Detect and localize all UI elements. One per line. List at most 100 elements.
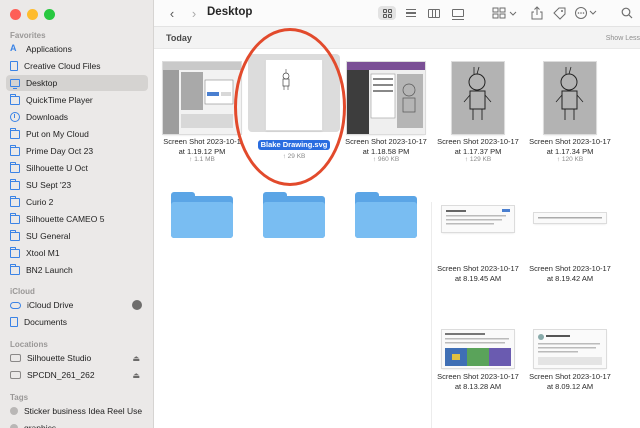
tags-button[interactable] (552, 6, 566, 20)
sidebar-item-silhouette-cameo-5[interactable]: Silhouette CAMEO 5 (6, 211, 148, 227)
sidebar-item-label: Put on My Cloud (26, 129, 89, 139)
file-name-line2: at 8.19.45 AM (454, 273, 502, 283)
sidebar-item-icloud-drive[interactable]: iCloud Drive (6, 297, 148, 313)
file-name: Screen Shot 2023-10-17 (529, 137, 611, 146)
forward-button[interactable]: › (188, 6, 200, 21)
more-icon (575, 7, 597, 19)
file-name: Screen Shot 2023-10-1 (163, 137, 241, 146)
close-window-button[interactable] (10, 9, 21, 20)
file-item[interactable]: Screen Shot 2023-10-17 at 1.17.37 PM ↑ 1… (432, 60, 524, 164)
folder-icon (10, 212, 20, 224)
file-item[interactable]: Screen Shot 2023-10-17 at 8.13.28 AM (432, 330, 524, 391)
icloud-section-label: iCloud (10, 287, 35, 296)
file-name: Screen Shot 2023-10-17 (437, 137, 519, 146)
sidebar-item-label: Silhouette Studio (27, 353, 92, 363)
sidebar-item-quicktime-player[interactable]: QuickTime Player (6, 92, 148, 108)
disk-icon (10, 354, 21, 362)
file-item[interactable]: Screen Shot 2023-10-17 at 8.19.45 AM (432, 206, 524, 283)
screenshot-preview-icon (347, 62, 425, 134)
icon-view-button[interactable] (378, 6, 396, 20)
sidebar-item-label: iCloud Drive (27, 300, 74, 310)
sidebar-item-prime-day[interactable]: Prime Day Oct 23 (6, 143, 148, 159)
sidebar-item-silhouette-u-oct[interactable]: Silhouette U Oct (6, 160, 148, 176)
file-name: Screen Shot 2023-10-17 (529, 372, 611, 381)
section-title: Today (166, 33, 192, 43)
search-button[interactable] (620, 6, 634, 20)
group-by-button[interactable] (492, 6, 518, 20)
folder-item[interactable] (156, 192, 248, 238)
folder-icon (171, 192, 233, 238)
file-item[interactable]: Screen Shot 2023-10-17 at 1.17.34 PM ↑ 1… (524, 60, 616, 164)
folder-icon (10, 144, 20, 156)
eject-icon[interactable]: ⏏ (132, 354, 140, 363)
file-item[interactable]: Screen Shot 2023-10-17 at 8.19.42 AM (524, 213, 616, 283)
file-name-line2: at 1.18.58 PM (362, 146, 410, 156)
file-thumbnail (442, 206, 514, 232)
file-name-line2: at 1.17.34 PM (546, 146, 594, 156)
file-size: ↑ 120 KB (556, 156, 584, 163)
sidebar-item-tag-sticker[interactable]: Sticker business Idea Reel Use (6, 403, 148, 419)
gallery-view-button[interactable] (450, 6, 466, 20)
sidebar-item-label: SPCDN_261_262 (27, 370, 95, 380)
share-icon (531, 6, 543, 20)
file-item[interactable]: Screen Shot 2023-10-17 at 8.09.12 AM (524, 330, 616, 391)
file-item[interactable]: Screen Shot 2023-10-17 at 1.18.58 PM ↑ 9… (340, 60, 432, 164)
sidebar-item-label: graphics (24, 423, 57, 428)
sidebar-item-put-on-my-cloud[interactable]: Put on My Cloud (6, 126, 148, 142)
grid-icon (382, 8, 392, 18)
document-icon (10, 61, 18, 71)
folder-icon (10, 93, 20, 105)
folder-icon (10, 195, 20, 207)
file-item[interactable]: Screen Shot 2023-10-1 at 1.19.12 PM ↑ 1.… (156, 60, 248, 164)
sidebar-item-label: SU Sept '23 (26, 180, 72, 190)
sidebar-item-documents[interactable]: Documents (6, 314, 148, 330)
sidebar-item-su-general[interactable]: SU General (6, 228, 148, 244)
eject-icon[interactable]: ⏏ (132, 371, 140, 380)
list-icon (406, 7, 416, 19)
file-item-selected[interactable]: Blake Drawing.svg ↑ 29 KB (248, 54, 340, 161)
sidebar-item-applications[interactable]: Applications (6, 41, 148, 57)
share-button[interactable] (530, 6, 544, 20)
sidebar-item-label: Applications (26, 44, 72, 54)
folder-icon (10, 161, 20, 173)
show-less-link[interactable]: Show Less (606, 35, 640, 42)
robot-drawing-preview-icon (544, 62, 596, 134)
sidebar-item-xtool-m1[interactable]: Xtool M1 (6, 245, 148, 261)
file-browser: Today Show Less Screen Shot 2023-10-1 at… (154, 27, 640, 428)
sidebar-item-su-sept[interactable]: SU Sept '23 (6, 177, 148, 193)
file-name-line2: at 1.17.37 PM (454, 146, 502, 156)
columns-icon (428, 8, 440, 18)
file-size: ↑ 29 KB (282, 152, 306, 160)
toolbar: ‹ › Desktop (154, 0, 640, 27)
sidebar-item-label: Prime Day Oct 23 (26, 146, 94, 156)
folder-item[interactable] (340, 192, 432, 238)
folder-icon (10, 229, 20, 241)
file-name[interactable]: Blake Drawing.svg (257, 140, 331, 150)
sidebar-item-label: Curio 2 (26, 197, 54, 207)
folder-item[interactable] (248, 192, 340, 238)
column-view-button[interactable] (426, 6, 442, 20)
sidebar-item-tag-graphics[interactable]: graphics (6, 420, 148, 428)
sidebar-item-spcdn[interactable]: SPCDN_261_262 ⏏ (6, 367, 148, 383)
sidebar-item-creative-cloud-files[interactable]: Creative Cloud Files (6, 58, 148, 74)
back-button[interactable]: ‹ (166, 6, 178, 21)
icloud-status-icon (132, 300, 142, 310)
sidebar-item-bn2-launch[interactable]: BN2 Launch (6, 262, 148, 278)
tag-icon (10, 407, 18, 415)
file-thumbnail (544, 62, 596, 134)
sidebar-item-downloads[interactable]: Downloads (6, 109, 148, 125)
sidebar-item-silhouette-studio[interactable]: Silhouette Studio ⏏ (6, 350, 148, 366)
action-menu-button[interactable] (574, 6, 600, 20)
sidebar-item-label: Xtool M1 (26, 248, 60, 258)
file-name-line2: at 8.19.42 AM (546, 273, 594, 283)
tags-section-label: Tags (10, 393, 29, 402)
sidebar: Favorites Applications Creative Cloud Fi… (0, 0, 154, 428)
file-thumbnail (163, 62, 241, 134)
file-thumbnail (347, 62, 425, 134)
sidebar-item-curio-2[interactable]: Curio 2 (6, 194, 148, 210)
minimize-window-button[interactable] (27, 9, 38, 20)
sidebar-item-desktop[interactable]: Desktop (6, 75, 148, 91)
list-view-button[interactable] (403, 6, 419, 20)
zoom-window-button[interactable] (44, 9, 55, 20)
sidebar-item-label: Documents (24, 317, 67, 327)
